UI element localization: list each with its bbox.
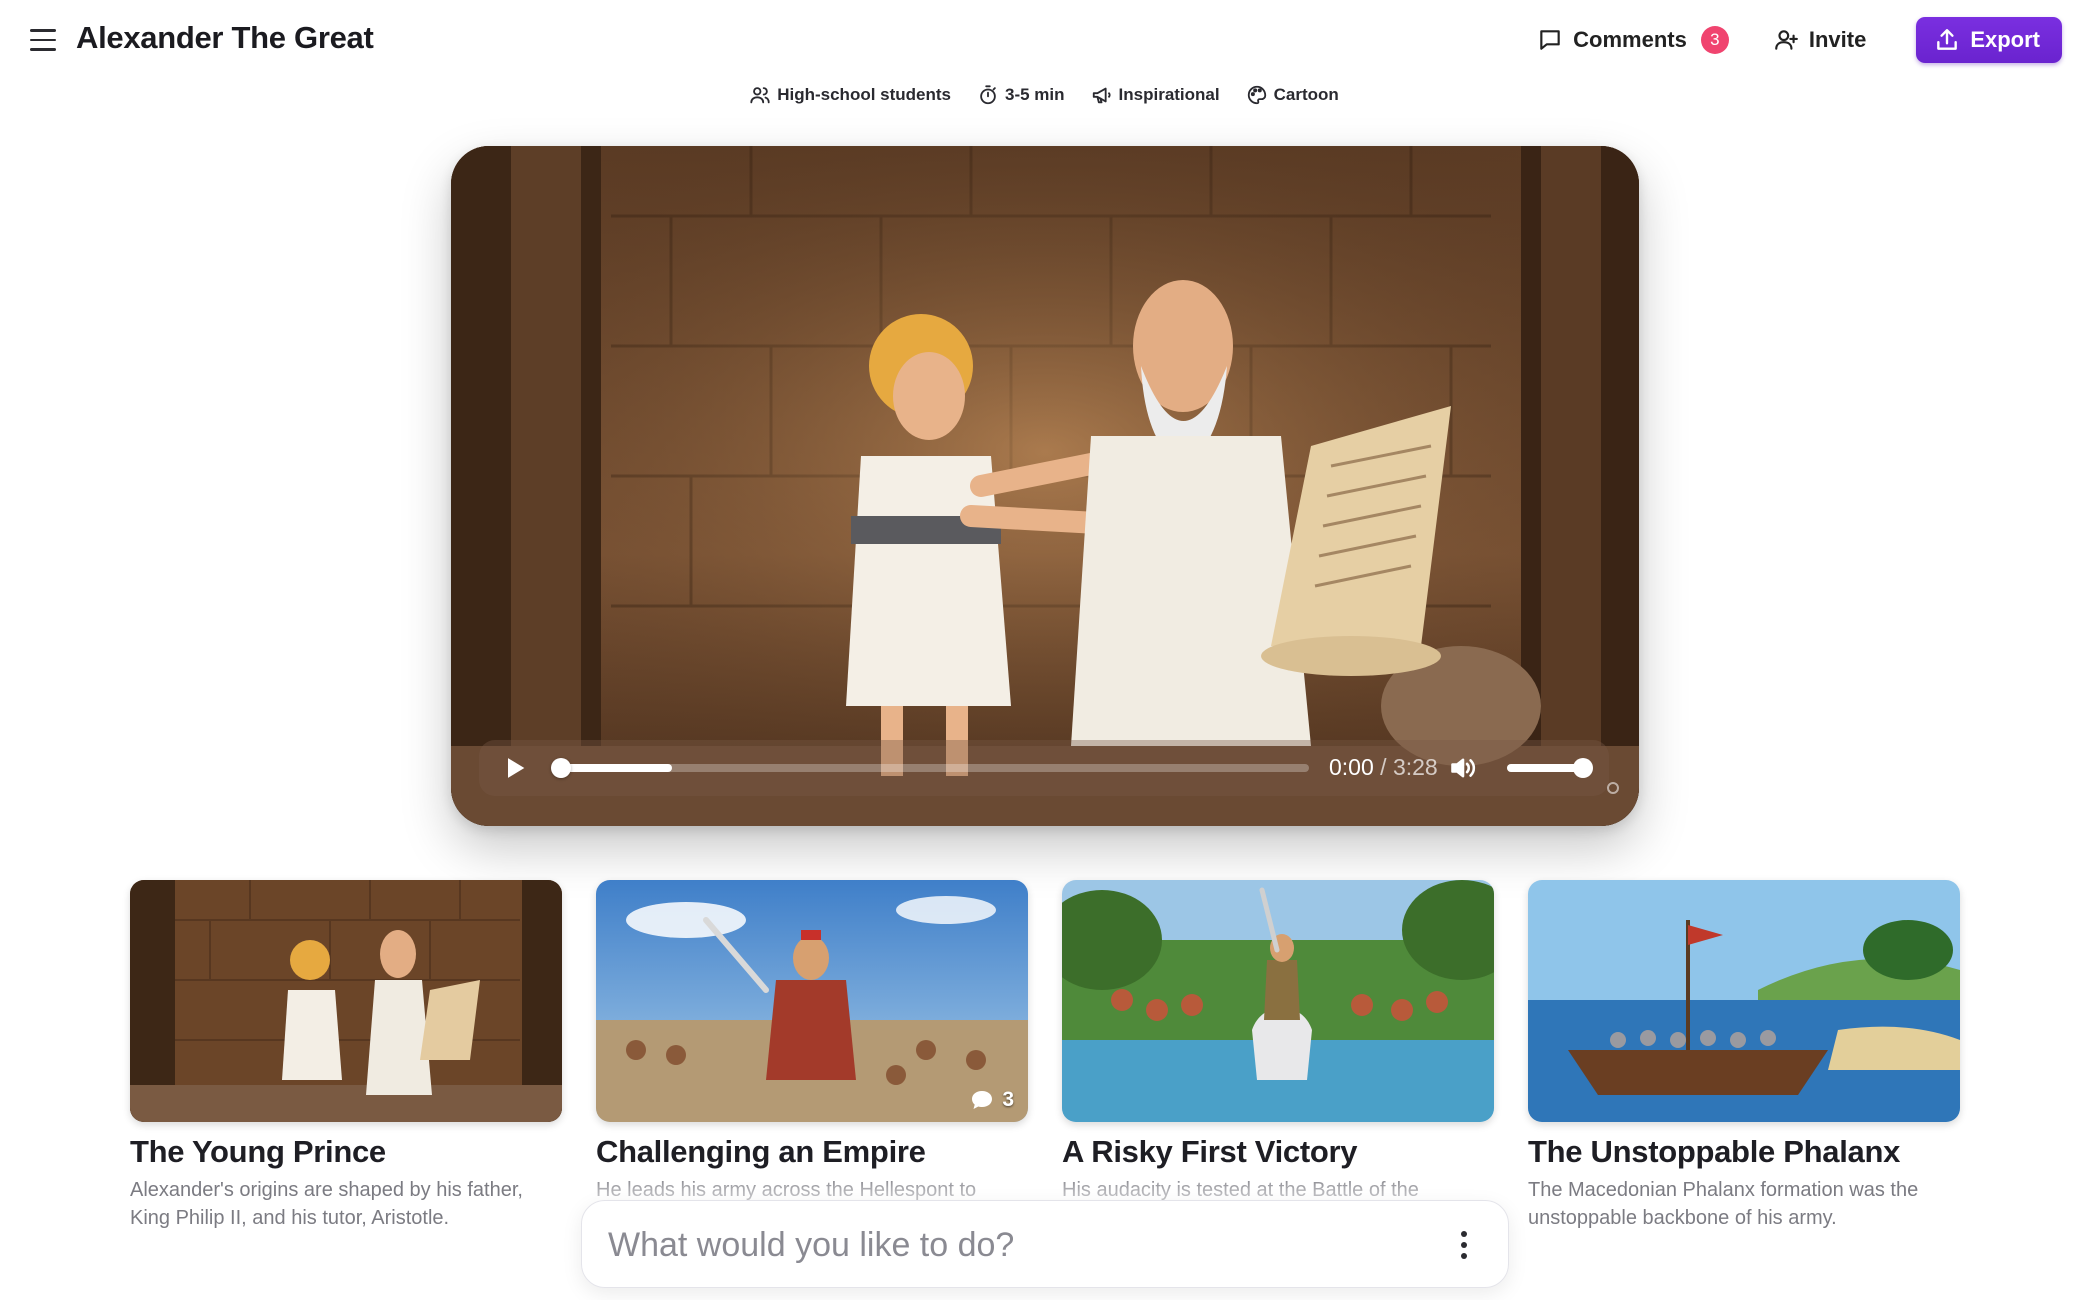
duration: 3:28 [1392, 754, 1438, 780]
scene-title: The Unstoppable Phalanx [1528, 1134, 1901, 1169]
comment-bubble-icon [972, 1091, 993, 1109]
volume-fill [1507, 764, 1583, 772]
scene-thumbnail[interactable] [130, 880, 562, 1122]
header-actions: Comments 3 Invite Export [1527, 17, 2062, 63]
comments-button[interactable]: Comments 3 [1527, 17, 1739, 63]
tag-label: High-school students [777, 85, 951, 104]
prompt-input[interactable] [608, 1223, 1388, 1267]
current-time: 0:00 [1329, 754, 1374, 780]
volume-slider[interactable] [1507, 758, 1593, 778]
tag-audience[interactable]: High-school students [749, 84, 951, 106]
upload-icon [1937, 29, 1958, 50]
video-player[interactable]: 0:00 / 3:28 [451, 146, 1639, 826]
top-bar: Alexander The Great Comments 3 Invite Ex… [0, 0, 2080, 80]
resize-handle-icon[interactable] [1607, 782, 1619, 794]
scene-description: Alexander's origins are shaped by his fa… [130, 1179, 523, 1229]
thumbnail-image [1062, 880, 1494, 1122]
comments-count-badge: 3 [1700, 26, 1729, 54]
time-separator: / [1380, 754, 1387, 780]
prompt-bar [581, 1200, 1509, 1288]
invite-button[interactable]: Invite [1763, 17, 1876, 63]
comment-icon [1540, 30, 1560, 50]
hamburger-menu-icon[interactable] [30, 24, 62, 56]
progress-fill [559, 764, 672, 772]
thumbnail-image [1528, 880, 1960, 1122]
progress-handle[interactable] [551, 758, 571, 778]
scene-thumbnail[interactable]: 3 [596, 880, 1028, 1122]
scene-thumbnail[interactable] [1062, 880, 1494, 1122]
volume-icon[interactable] [1449, 754, 1477, 782]
invite-label: Invite [1808, 27, 1867, 52]
page-title: Alexander The Great [76, 20, 374, 55]
time-readout: 0:00 / 3:28 [1329, 754, 1438, 781]
scene-card-unstoppable-phalanx[interactable]: The Unstoppable Phalanx The Macedonian P… [1528, 880, 1960, 1240]
scene-title: A Risky First Victory [1062, 1134, 1358, 1169]
comments-label: Comments [1573, 27, 1687, 52]
export-button[interactable]: Export [1916, 17, 2062, 63]
tag-style[interactable]: Cartoon [1246, 84, 1339, 106]
volume-handle[interactable] [1573, 758, 1593, 778]
export-label: Export [1970, 27, 2040, 52]
tag-label: Cartoon [1273, 85, 1339, 104]
scene-thumbnail[interactable] [1528, 880, 1960, 1122]
more-options-icon[interactable] [1460, 1229, 1468, 1261]
stopwatch-icon [980, 85, 996, 105]
thumbnail-image [596, 880, 1028, 1122]
thumbnail-image [130, 880, 562, 1122]
tag-tone[interactable]: Inspirational [1091, 84, 1220, 106]
tag-label: 3-5 min [1005, 85, 1065, 104]
palette-icon [1247, 85, 1266, 105]
video-settings-tags: High-school students 3-5 min Inspiration… [0, 84, 2080, 106]
scene-description: The Macedonian Phalanx formation was the… [1528, 1179, 1919, 1229]
play-icon[interactable] [501, 754, 529, 782]
tag-label: Inspirational [1118, 85, 1220, 104]
add-user-icon [1775, 30, 1798, 50]
video-controls: 0:00 / 3:28 [479, 740, 1609, 796]
progress-bar[interactable] [551, 758, 1309, 778]
megaphone-icon [1092, 87, 1111, 104]
tag-duration[interactable]: 3-5 min [977, 84, 1065, 106]
scene-title: Challenging an Empire [596, 1134, 926, 1169]
scene-card-young-prince[interactable]: The Young Prince Alexander's origins are… [130, 880, 562, 1240]
scene-title: The Young Prince [130, 1134, 386, 1169]
video-frame-image [451, 146, 1639, 826]
scene-comments-indicator[interactable]: 3 [970, 1088, 1014, 1112]
scene-comments-count: 3 [1002, 1088, 1014, 1111]
users-icon [750, 87, 770, 104]
